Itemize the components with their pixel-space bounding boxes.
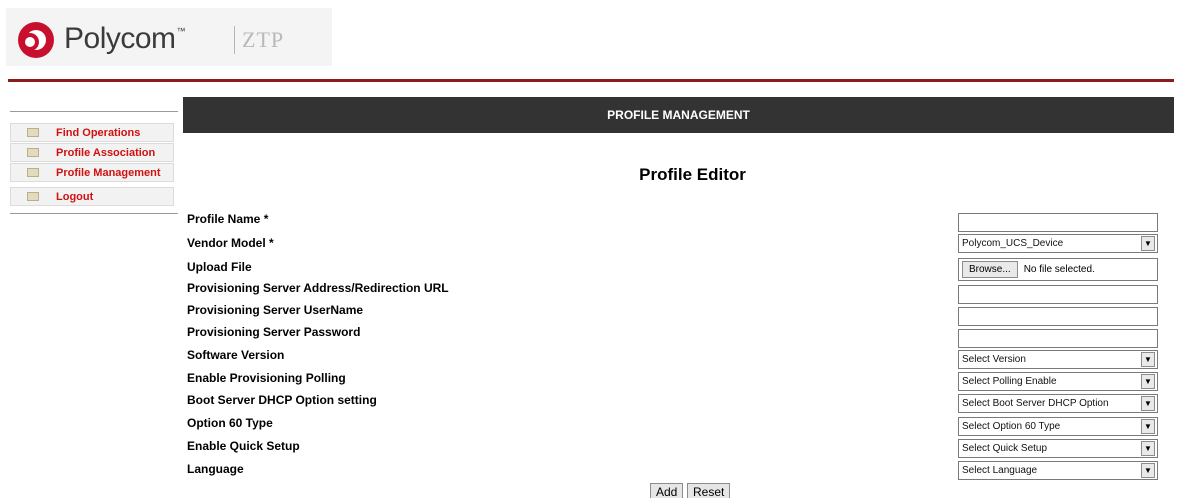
chevron-down-icon[interactable]: ▼ (1141, 419, 1155, 434)
quick-setup-value: Select Quick Setup (962, 443, 1048, 454)
enable-polling-label: Enable Provisioning Polling (187, 371, 346, 385)
header-divider (8, 79, 1174, 82)
page-banner: PROFILE MANAGEMENT (183, 97, 1174, 133)
nav-item-icon (27, 192, 39, 201)
prov-server-password-input[interactable] (958, 329, 1158, 348)
browse-button[interactable]: Browse... (962, 261, 1018, 278)
polycom-logo: Polycom™ ZTP (6, 8, 332, 66)
prov-server-username-label: Provisioning Server UserName (187, 303, 364, 317)
prov-server-username-input[interactable] (958, 307, 1158, 326)
language-value: Select Language (962, 465, 1038, 476)
sidebar-item-logout[interactable]: Logout (10, 187, 174, 206)
vendor-model-select[interactable]: Polycom_UCS_Device ▼ (958, 234, 1158, 253)
reset-button[interactable]: Reset (687, 483, 731, 498)
logo-trademark: ™ (176, 26, 186, 36)
logo-divider (234, 26, 235, 54)
profile-name-label: Profile Name * (187, 212, 269, 226)
software-version-value: Select Version (962, 354, 1026, 365)
sidebar-bottom-divider (10, 213, 178, 214)
prov-server-address-input[interactable] (958, 285, 1158, 304)
boot-server-dhcp-label: Boot Server DHCP Option setting (187, 393, 377, 407)
sidebar-item-profile-management[interactable]: Profile Management (10, 163, 174, 182)
file-status-text: No file selected. (1023, 264, 1095, 275)
prov-server-password-label: Provisioning Server Password (187, 325, 361, 339)
vendor-model-label: Vendor Model * (187, 236, 274, 250)
chevron-down-icon[interactable]: ▼ (1141, 441, 1155, 456)
nav-item-icon (27, 168, 39, 177)
option60-type-select[interactable]: Select Option 60 Type ▼ (958, 417, 1158, 436)
chevron-down-icon[interactable]: ▼ (1141, 396, 1155, 411)
chevron-down-icon[interactable]: ▼ (1141, 236, 1155, 251)
nav-item-icon (27, 128, 39, 137)
sidebar-item-label: Profile Association (56, 146, 156, 159)
vendor-model-value: Polycom_UCS_Device (962, 238, 1064, 249)
upload-file-label: Upload File (187, 260, 252, 274)
language-select[interactable]: Select Language ▼ (958, 461, 1158, 480)
prov-server-address-label: Provisioning Server Address/Redirection … (187, 281, 449, 295)
logo-wordmark: Polycom™ (64, 22, 186, 56)
software-version-label: Software Version (187, 348, 285, 362)
sidebar-top-divider (10, 111, 178, 112)
option60-type-value: Select Option 60 Type (962, 421, 1061, 432)
boot-server-dhcp-value: Select Boot Server DHCP Option (962, 398, 1109, 409)
sidebar-item-profile-association[interactable]: Profile Association (10, 143, 174, 162)
profile-name-input[interactable] (958, 213, 1158, 232)
sidebar-item-label: Logout (56, 190, 94, 203)
boot-server-dhcp-select[interactable]: Select Boot Server DHCP Option ▼ (958, 394, 1158, 413)
sidebar-item-find-operations[interactable]: Find Operations (10, 123, 174, 142)
product-name: ZTP (242, 27, 285, 52)
software-version-select[interactable]: Select Version ▼ (958, 350, 1158, 369)
enable-polling-select[interactable]: Select Polling Enable ▼ (958, 372, 1158, 391)
sidebar-nav: Find Operations Profile Association Prof… (10, 123, 174, 207)
polycom-logo-icon (18, 22, 54, 58)
upload-file-field[interactable]: Browse... No file selected. (958, 258, 1158, 281)
quick-setup-select[interactable]: Select Quick Setup ▼ (958, 439, 1158, 458)
nav-item-icon (27, 148, 39, 157)
page-title: Profile Editor (639, 165, 746, 184)
chevron-down-icon[interactable]: ▼ (1141, 352, 1155, 367)
quick-setup-label: Enable Quick Setup (187, 439, 300, 453)
enable-polling-value: Select Polling Enable (962, 376, 1057, 387)
logo-brand: Polycom (64, 22, 176, 55)
sidebar-item-label: Profile Management (56, 166, 161, 179)
chevron-down-icon[interactable]: ▼ (1141, 374, 1155, 389)
language-label: Language (187, 462, 244, 476)
sidebar-item-label: Find Operations (56, 126, 141, 139)
add-button[interactable]: Add (650, 483, 684, 498)
option60-type-label: Option 60 Type (187, 416, 273, 430)
chevron-down-icon[interactable]: ▼ (1141, 463, 1155, 478)
